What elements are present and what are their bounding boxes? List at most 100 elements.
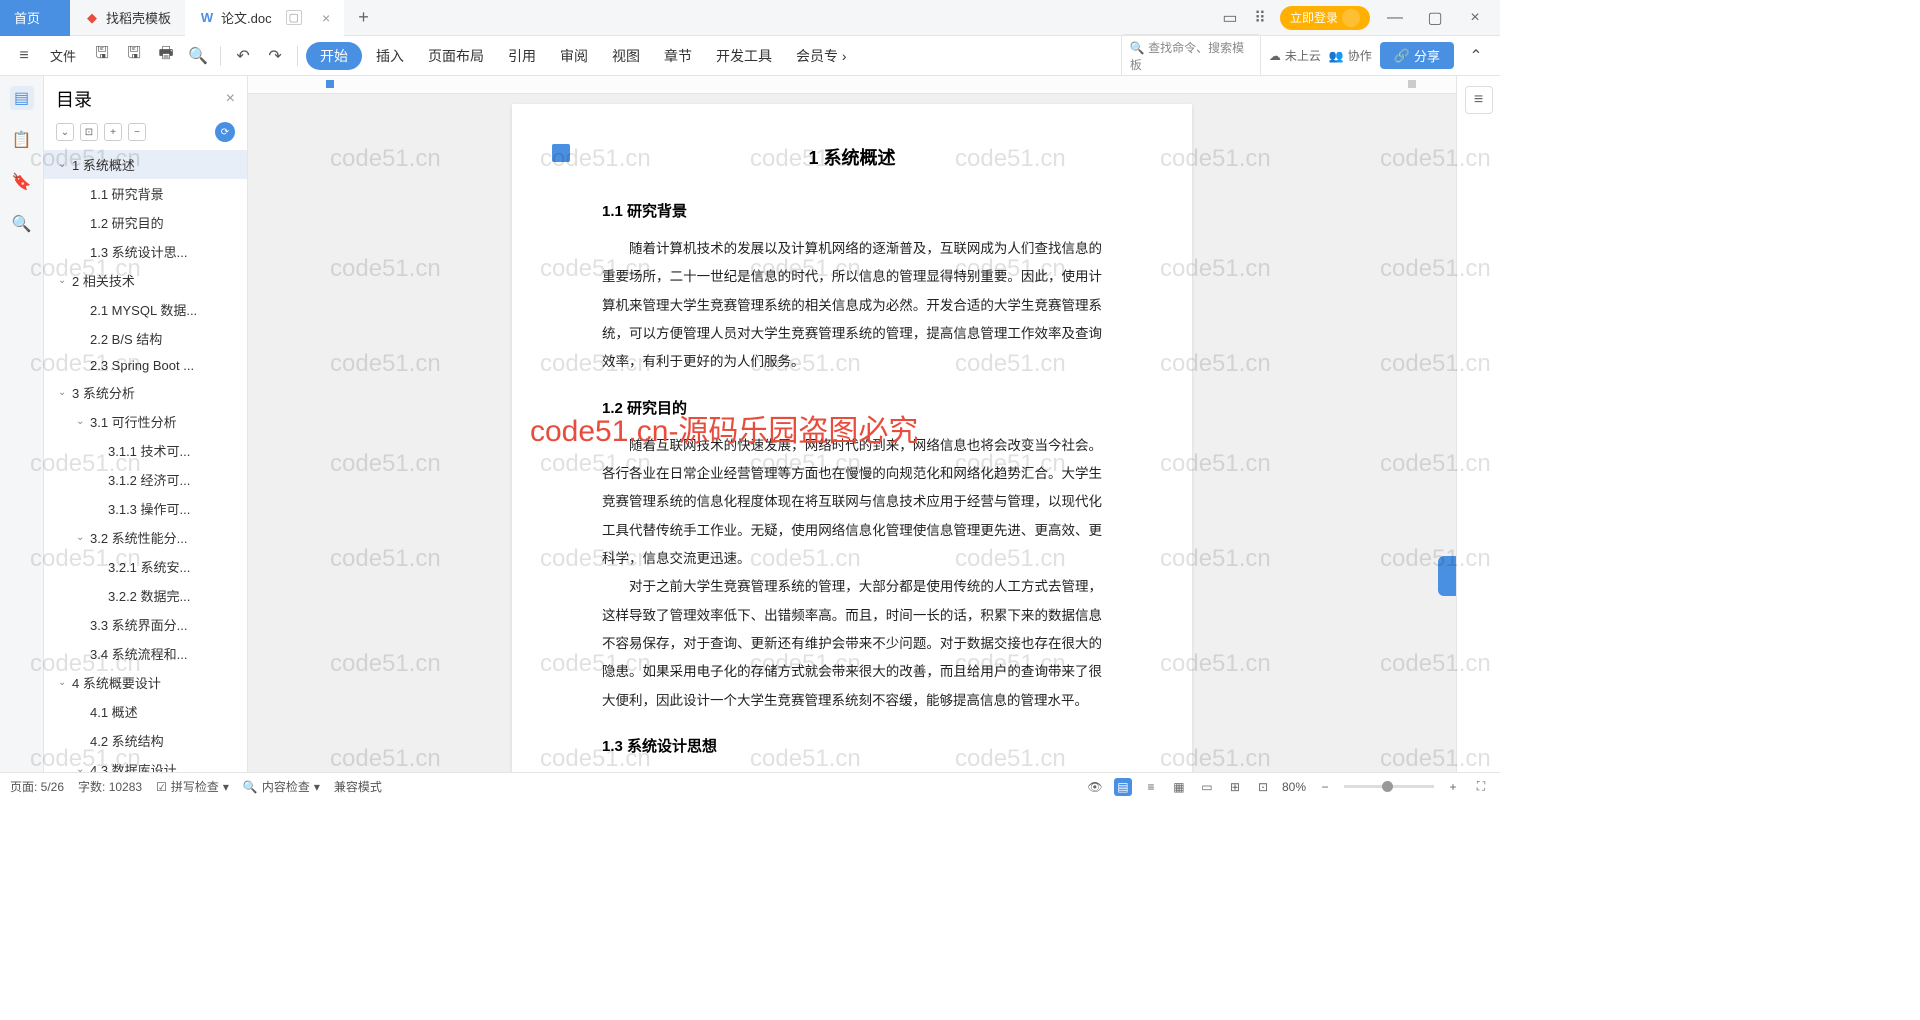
title-bar: 首页 ◆找稻壳模板 W论文.doc▢× + ▭ ⠿ 立即登录 — ▢ ×: [0, 0, 1500, 36]
status-bar: 页面: 5/26 字数: 10283 ☑ 拼写检查 ▾ 🔍 内容检查 ▾ 兼容模…: [0, 772, 1500, 800]
save-as-icon[interactable]: 🖫: [120, 42, 148, 70]
tab-home[interactable]: 首页: [0, 0, 70, 36]
outline-item[interactable]: 1.2 研究目的: [44, 208, 247, 237]
cloud-status[interactable]: ☁ 未上云: [1269, 47, 1321, 64]
page[interactable]: 1 系统概述 1.1 研究背景 随着计算机技术的发展以及计算机网络的逐渐普及，互…: [512, 104, 1192, 772]
outline-item[interactable]: 1.1 研究背景: [44, 179, 247, 208]
close-icon[interactable]: ×: [322, 10, 330, 26]
zoom-out-button[interactable]: −: [1316, 778, 1334, 796]
remove-button[interactable]: −: [128, 123, 146, 141]
tab-view[interactable]: 视图: [602, 42, 650, 70]
bookmark-rail-icon[interactable]: 🔖: [10, 170, 34, 194]
command-search[interactable]: 🔍 查找命令、搜索模板: [1121, 34, 1261, 78]
left-rail: ▤ 📋 🔖 🔍: [0, 76, 44, 772]
tab-start[interactable]: 开始: [306, 42, 362, 70]
outline-item[interactable]: 2.1 MYSQL 数据...: [44, 295, 247, 324]
avatar-icon: [1342, 9, 1360, 27]
heading-2: 1.1 研究背景: [602, 200, 1102, 221]
outline-item[interactable]: ⌄4.3 数据库设计: [44, 755, 247, 772]
outline-close-icon[interactable]: ×: [226, 90, 235, 108]
print-icon[interactable]: 🖶: [152, 42, 180, 70]
outline-item[interactable]: 3.1.1 技术可...: [44, 436, 247, 465]
redo-icon[interactable]: ↷: [261, 42, 289, 70]
clipboard-rail-icon[interactable]: 📋: [10, 128, 34, 152]
more-icon[interactable]: ⊡: [1254, 778, 1272, 796]
heading-1: 1 系统概述: [602, 144, 1102, 170]
collapse-all-button[interactable]: ⌄: [56, 123, 74, 141]
document-area: 1 系统概述 1.1 研究背景 随着计算机技术的发展以及计算机网络的逐渐普及，互…: [248, 76, 1456, 772]
feedback-tab[interactable]: [1438, 556, 1456, 596]
chevron-up-icon[interactable]: ⌃: [1462, 42, 1490, 70]
outline-item[interactable]: 3.1.3 操作可...: [44, 494, 247, 523]
layout-icon[interactable]: ▭: [1220, 8, 1240, 28]
outline-item[interactable]: ⌄1 系统概述: [44, 150, 247, 179]
menu-icon[interactable]: ≡: [10, 42, 38, 70]
styles-icon[interactable]: ≡: [1465, 86, 1493, 114]
share-button[interactable]: 🔗 分享: [1380, 42, 1454, 69]
spellcheck-toggle[interactable]: ☑ 拼写检查 ▾: [156, 778, 229, 795]
outline-item[interactable]: 4.2 系统结构: [44, 726, 247, 755]
paragraph: 随着互联网技术的快速发展，网络时代的到来，网络信息也将会改变当今社会。各行各业在…: [602, 432, 1102, 574]
duplicate-icon[interactable]: ▢: [286, 10, 302, 25]
add-button[interactable]: +: [104, 123, 122, 141]
grid-icon[interactable]: ⊞: [1226, 778, 1244, 796]
minimize-button[interactable]: —: [1380, 9, 1410, 27]
tab-layout[interactable]: 页面布局: [418, 42, 494, 70]
tab-review[interactable]: 审阅: [550, 42, 598, 70]
outline-item[interactable]: 3.4 系统流程和...: [44, 639, 247, 668]
tab-ref[interactable]: 引用: [498, 42, 546, 70]
apps-icon[interactable]: ⠿: [1250, 8, 1270, 28]
paragraph: 对于之前大学生竞赛管理系统的管理，大部分都是使用传统的人工方式去管理，这样导致了…: [602, 573, 1102, 715]
collab-button[interactable]: 👥 协作: [1329, 47, 1372, 64]
outline-item[interactable]: ⌄3.2 系统性能分...: [44, 523, 247, 552]
save-icon[interactable]: 🖫: [88, 42, 116, 70]
outline-item[interactable]: 3.3 系统界面分...: [44, 610, 247, 639]
undo-icon[interactable]: ↶: [229, 42, 257, 70]
tab-dev[interactable]: 开发工具: [706, 42, 782, 70]
outline-item[interactable]: 2.2 B/S 结构: [44, 324, 247, 353]
outline-item[interactable]: 3.2.2 数据完...: [44, 581, 247, 610]
outline-item[interactable]: ⌄3 系统分析: [44, 378, 247, 407]
zoom-slider[interactable]: [1344, 785, 1434, 788]
fullscreen-icon[interactable]: ⛶: [1472, 778, 1490, 796]
outline-item[interactable]: 3.2.1 系统安...: [44, 552, 247, 581]
compat-mode[interactable]: 兼容模式: [334, 778, 382, 795]
tab-member[interactable]: 会员专 ›: [786, 42, 857, 70]
tab-document[interactable]: W论文.doc▢×: [185, 0, 344, 36]
page-indicator[interactable]: 页面: 5/26: [10, 778, 64, 795]
preview-icon[interactable]: 🔍: [184, 42, 212, 70]
login-button[interactable]: 立即登录: [1280, 6, 1370, 30]
file-menu[interactable]: 文件: [42, 46, 84, 65]
search-rail-icon[interactable]: 🔍: [10, 212, 34, 236]
outline-item[interactable]: 4.1 概述: [44, 697, 247, 726]
tab-chapter[interactable]: 章节: [654, 42, 702, 70]
sync-badge[interactable]: ⟳: [215, 122, 235, 142]
paragraph: 一个成功的网站应明确建设网站的目的，确定网站的功能，确定网站规模、投入费: [602, 770, 1102, 772]
outline-view-icon[interactable]: ≡: [1142, 778, 1160, 796]
tab-insert[interactable]: 插入: [366, 42, 414, 70]
outline-rail-icon[interactable]: ▤: [10, 86, 34, 110]
outline-list: ⌄1 系统概述1.1 研究背景1.2 研究目的1.3 系统设计思...⌄2 相关…: [44, 150, 247, 772]
outline-item[interactable]: 2.3 Spring Boot ...: [44, 353, 247, 378]
ribbon: ≡ 文件 🖫 🖫 🖶 🔍 ↶ ↷ 开始 插入 页面布局 引用 审阅 视图 章节 …: [0, 36, 1500, 76]
ruler[interactable]: [248, 76, 1456, 94]
content-check[interactable]: 🔍 内容检查 ▾: [243, 778, 320, 795]
maximize-button[interactable]: ▢: [1420, 8, 1450, 28]
web-view-icon[interactable]: ▦: [1170, 778, 1188, 796]
outline-item[interactable]: ⌄4 系统概要设计: [44, 668, 247, 697]
outline-item[interactable]: 3.1.2 经济可...: [44, 465, 247, 494]
outline-item[interactable]: 1.3 系统设计思...: [44, 237, 247, 266]
word-count[interactable]: 字数: 10283: [78, 778, 142, 795]
new-tab-button[interactable]: +: [344, 7, 383, 28]
close-window-button[interactable]: ×: [1460, 9, 1490, 27]
outline-item[interactable]: ⌄3.1 可行性分析: [44, 407, 247, 436]
page-view-icon[interactable]: ▤: [1114, 778, 1132, 796]
zoom-level[interactable]: 80%: [1282, 780, 1306, 794]
outline-item[interactable]: ⌄2 相关技术: [44, 266, 247, 295]
expand-button[interactable]: ⊡: [80, 123, 98, 141]
outline-title: 目录: [56, 86, 92, 112]
tab-template[interactable]: ◆找稻壳模板: [70, 0, 185, 36]
eye-icon[interactable]: 👁: [1086, 778, 1104, 796]
read-view-icon[interactable]: ▭: [1198, 778, 1216, 796]
zoom-in-button[interactable]: +: [1444, 778, 1462, 796]
